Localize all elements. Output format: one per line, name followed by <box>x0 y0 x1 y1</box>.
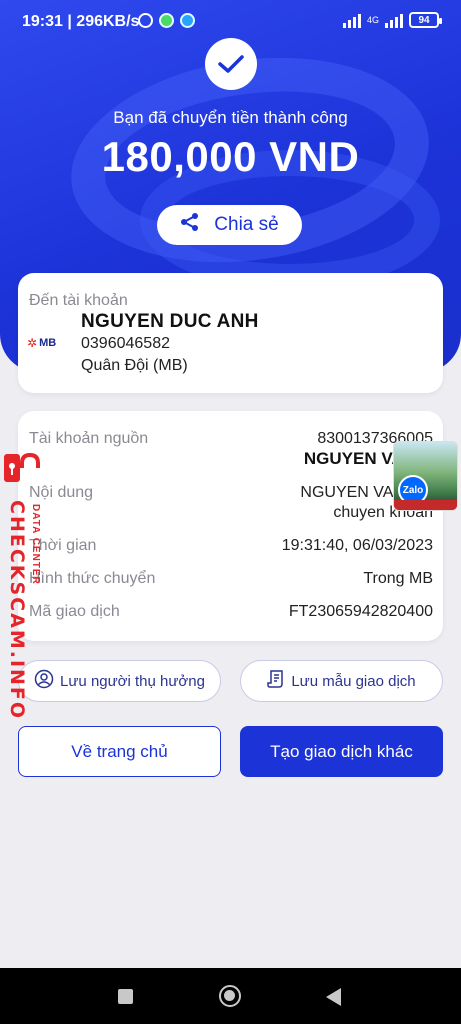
user-icon <box>34 669 54 693</box>
share-button[interactable]: Chia sẻ <box>157 205 302 245</box>
home-icon[interactable] <box>219 985 241 1007</box>
transaction-details-card: Tài khoản nguồn 8300137366005 NGUYEN VAN… <box>18 411 443 641</box>
destination-label: Đến tài khoản <box>29 292 128 309</box>
watermark-text: CHECKSCAM.INFO <box>6 500 28 721</box>
success-message: Bạn đã chuyển tiền thành công <box>113 108 348 127</box>
mb-bank-logo: ✲ MB <box>27 336 56 350</box>
save-template-button[interactable]: Lưu mẫu giao dịch <box>240 660 443 702</box>
recipient-name: NGUYEN DUC ANH <box>81 311 259 332</box>
content-line1: NGUYEN VAN <box>300 484 405 501</box>
messenger-icon <box>180 13 195 28</box>
save-template-label: Lưu mẫu giao dịch <box>291 672 416 690</box>
chat-app-icon <box>159 13 174 28</box>
back-icon[interactable] <box>326 988 341 1006</box>
watermark: CHECKSCAM.INFO DATA CENTER <box>2 452 50 720</box>
notification-icons <box>138 13 195 28</box>
signal-icon <box>385 12 403 28</box>
new-transaction-button[interactable]: Tạo giao dịch khác <box>240 726 443 777</box>
watermark-subtext: DATA CENTER <box>30 504 41 585</box>
home-button[interactable]: Về trang chủ <box>18 726 221 777</box>
alarm-icon <box>138 13 153 28</box>
method-value: Trong MB <box>363 570 433 587</box>
lock-icon <box>4 452 40 482</box>
signal-icon <box>342 12 361 28</box>
share-icon <box>180 212 200 238</box>
mb-logo-text: MB <box>39 337 57 349</box>
transaction-id-value: FT23065942820400 <box>288 603 433 620</box>
star-icon: ✲ <box>27 336 38 350</box>
network-type: 4G <box>366 14 379 25</box>
system-navigation-bar <box>0 968 461 1024</box>
success-check-icon <box>205 38 257 90</box>
receipt-icon <box>267 669 285 693</box>
system-icons: 4G 94 <box>342 12 442 28</box>
battery-icon: 94 <box>409 12 442 28</box>
time-value: 19:31:40, 06/03/2023 <box>281 537 433 554</box>
status-speed: 296KB/s <box>76 13 140 30</box>
recipient-account: 0396046582 <box>81 335 170 352</box>
save-beneficiary-label: Lưu người thụ hưởng <box>60 672 205 690</box>
status-time-speed: 19:31 | 296KB/s <box>22 13 140 30</box>
thumbnail-strip <box>394 500 457 510</box>
battery-level: 94 <box>418 14 430 26</box>
status-time: 19:31 <box>22 13 63 30</box>
recent-apps-icon[interactable] <box>118 989 133 1004</box>
transfer-amount: 180,000 VND <box>101 133 360 180</box>
share-label: Chia sẻ <box>214 214 279 235</box>
source-account-label: Tài khoản nguồn <box>29 430 149 447</box>
recipient-bank: Quân Đội (MB) <box>81 357 188 374</box>
zalo-floating-bubble[interactable]: Zalo <box>393 441 458 511</box>
destination-card: Đến tài khoản ✲ MB NGUYEN DUC ANH 039604… <box>18 273 443 393</box>
